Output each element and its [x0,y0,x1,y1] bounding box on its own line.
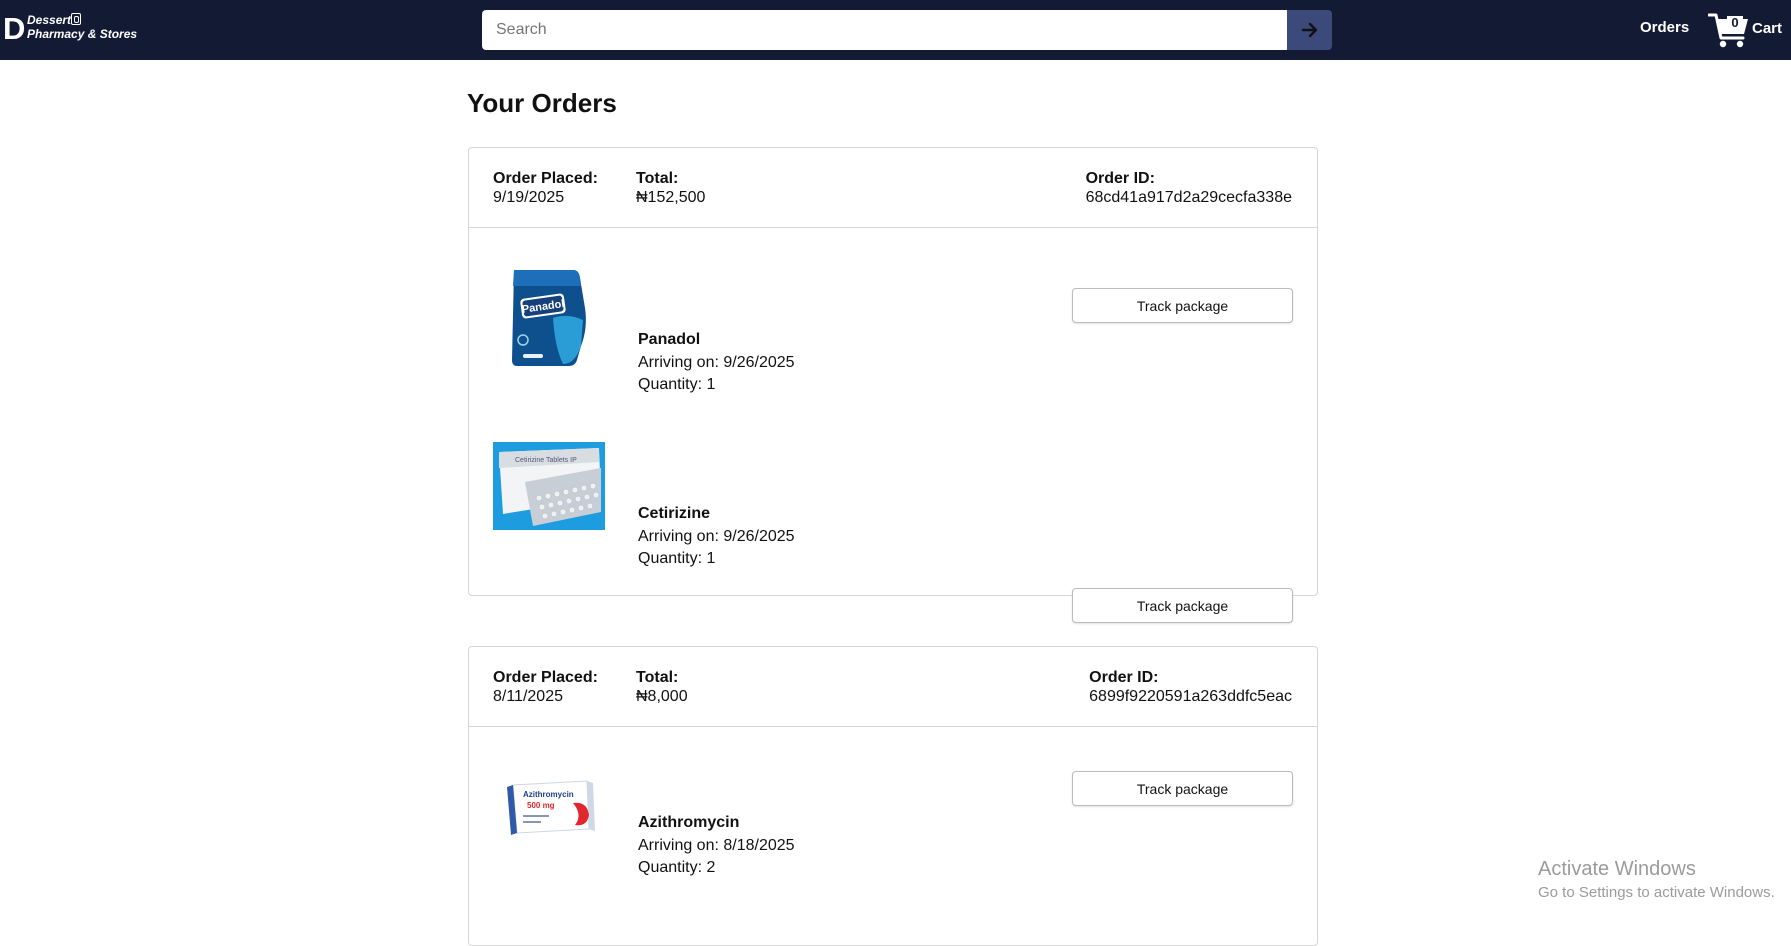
orders-link[interactable]: Orders [1640,19,1689,36]
item-arriving-date: Arriving on: 9/26/2025 [638,528,795,545]
azithromycin-box-text: Azithromycin [523,790,574,799]
cart-count-badge: 0 [1727,16,1743,30]
order-card: Order Placed: 8/11/2025 Total: ₦8,000 Or… [468,646,1318,946]
item-quantity: Quantity: 1 [638,376,716,393]
order-header: Order Placed: 9/19/2025 Total: ₦152,500 … [469,148,1317,228]
track-package-button[interactable]: Track package [1072,588,1293,623]
order-placed: Order Placed: 9/19/2025 [493,169,598,207]
track-package-button[interactable]: Track package [1072,771,1293,806]
search-input[interactable] [482,10,1289,50]
order-total-label: Total: [636,170,679,187]
item-name: Azithromycin [638,814,740,831]
track-package-button[interactable]: Track package [1072,288,1293,323]
logo-letter: D [3,11,25,46]
order-placed-label: Order Placed: [493,669,598,686]
top-navigation-bar: D Dessert Pharmacy & Stores Orders 0 Car… [0,0,1791,60]
logo-line-1: Dessert [27,13,72,27]
search-button[interactable] [1287,10,1332,50]
product-image-cetirizine: Cetirizine Tablets IP [493,442,605,530]
order-id-label: Order ID: [1089,669,1159,686]
order-card: Order Placed: 9/19/2025 Total: ₦152,500 … [468,147,1318,623]
order-total-value: ₦8,000 [636,688,688,705]
cart-label: Cart [1752,20,1783,37]
cart-link[interactable]: 0 Cart [1708,12,1788,50]
order-item: Azithromycin 500 mg Azithromycin Arrivin… [469,767,1317,877]
arrow-right-icon [1301,22,1317,38]
order-id: Order ID: 68cd41a917d2a29cecfa338e [1086,169,1292,207]
order-placed-date: 9/19/2025 [493,189,565,206]
order-id-label: Order ID: [1085,170,1155,187]
product-image-panadol: Panadol [493,268,605,366]
item-quantity: Quantity: 2 [638,859,716,876]
order-id-value: 68cd41a917d2a29cecfa338e [1085,189,1292,206]
order-total: Total: ₦152,500 [636,169,705,207]
item-quantity: Quantity: 1 [638,550,716,567]
item-name: Panadol [638,331,701,348]
logo-line-2: Pharmacy & Stores [27,27,138,41]
activate-windows-title: Activate Windows [1538,858,1696,880]
item-arriving-date: Arriving on: 9/26/2025 [638,354,795,371]
order-total: Total: ₦8,000 [636,668,688,706]
order-placed-label: Order Placed: [493,170,598,187]
azithromycin-dose-text: 500 mg [527,801,555,810]
order-item: Cetirizine Tablets IP Cetirizine Arrivin… [469,442,1317,623]
page-title: Your Orders [467,88,617,118]
order-id-value: 6899f9220591a263ddfc5eac [1089,688,1292,705]
order-placed: Order Placed: 8/11/2025 [493,668,598,706]
order-id: Order ID: 6899f9220591a263ddfc5eac [1089,668,1292,706]
item-arriving-date: Arriving on: 8/18/2025 [638,837,795,854]
item-name: Cetirizine [638,505,711,522]
order-placed-date: 8/11/2025 [493,688,563,705]
order-total-label: Total: [636,669,679,686]
product-image-azithromycin: Azithromycin 500 mg [493,753,605,841]
order-item: Panadol Panadol Arriving on: 9/26/2025 Q… [469,268,1317,393]
logo-bag-icon [71,13,81,25]
activate-windows-subtitle: Go to Settings to activate Windows. [1538,884,1775,901]
order-total-value: ₦152,500 [636,189,706,206]
cetirizine-box-text: Cetirizine Tablets IP [515,457,577,464]
order-header: Order Placed: 8/11/2025 Total: ₦8,000 Or… [469,647,1317,727]
